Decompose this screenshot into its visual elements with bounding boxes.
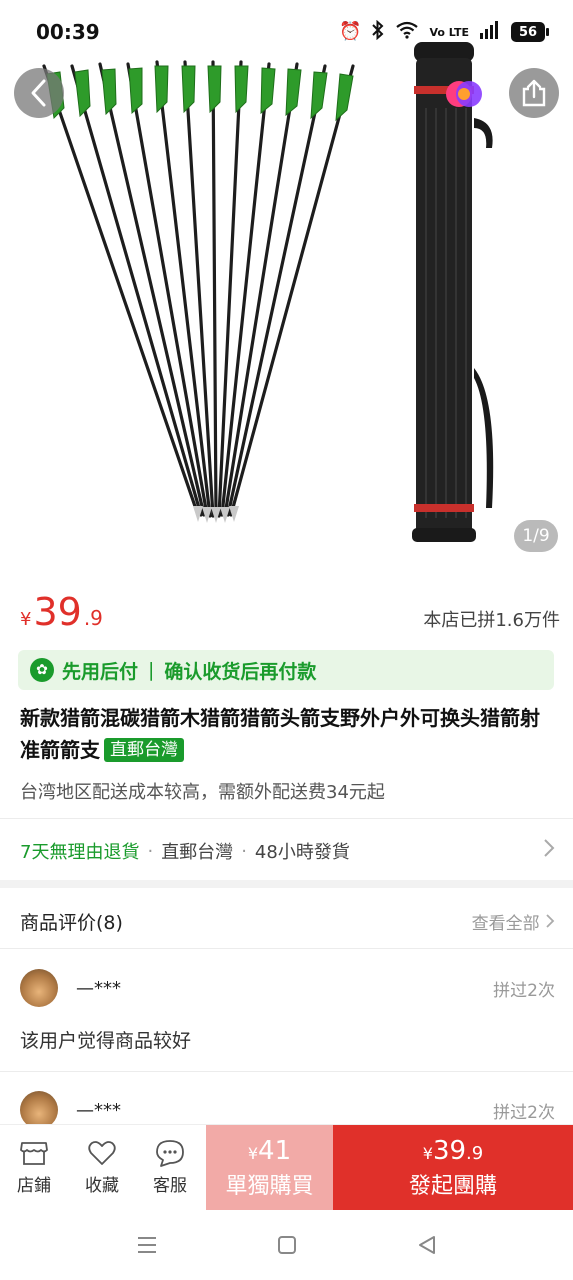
favorite-label: 收藏 <box>85 1176 119 1196</box>
alarm-icon: ⏰ <box>339 21 362 42</box>
pay-later-separator: | <box>148 659 155 681</box>
price-currency: ¥ <box>20 609 32 630</box>
service-dot: · <box>147 840 154 862</box>
wifi-icon <box>395 21 419 43</box>
group-price-integer: 39 <box>432 1135 467 1166</box>
action-bar: 店鋪 收藏 客服 ¥ 41 單獨購買 ¥ 39 .9 發起團購 <box>0 1124 573 1210</box>
group-price: ¥ 39 .9 <box>423 1136 483 1166</box>
divider <box>0 948 573 949</box>
pay-later-label: 先用后付 <box>62 660 139 683</box>
volte-label: Vo LTE <box>429 25 469 39</box>
solo-price: ¥ 41 <box>248 1136 291 1166</box>
price-integer: 39 <box>33 590 82 634</box>
divider <box>0 818 573 819</box>
price-row: ¥ 39 .9 本店已拼1.6万件 <box>20 590 560 640</box>
sold-count: 本店已拼1.6万件 <box>423 610 560 631</box>
service-ship-time: 48小時發貨 <box>254 842 350 863</box>
start-group-buy-button[interactable]: ¥ 39 .9 發起團購 <box>333 1125 573 1210</box>
divider <box>0 1071 573 1072</box>
group-label: 發起團購 <box>408 1173 497 1199</box>
review-group-count: 拼过2次 <box>493 980 555 1001</box>
section-gap <box>0 880 573 888</box>
service-label: 客服 <box>153 1176 187 1196</box>
pay-later-desc: 确认收货后再付款 <box>164 660 317 683</box>
reviews-title: 商品评价(8) <box>20 911 123 934</box>
favorite-button[interactable]: 收藏 <box>68 1125 136 1210</box>
back-triangle-icon[interactable] <box>416 1234 438 1256</box>
store-button[interactable]: 店鋪 <box>0 1125 68 1210</box>
reviews-header: 商品评价(8) 查看全部 <box>20 906 555 936</box>
status-icons: ⏰ Vo LTE 56 <box>339 19 549 44</box>
pay-later-banner[interactable]: ✿ 先用后付 | 确认收货后再付款 <box>18 650 554 690</box>
group-currency: ¥ <box>422 1143 433 1163</box>
review-group-count: 拼过2次 <box>493 1102 555 1123</box>
chat-bubble-icon <box>156 1140 184 1167</box>
chevron-left-icon <box>31 79 46 107</box>
avatar <box>20 969 58 1007</box>
share-button[interactable] <box>509 68 559 118</box>
back-button[interactable] <box>14 68 64 118</box>
bluetooth-icon <box>371 19 385 44</box>
product-gallery[interactable]: 00:39 ⏰ Vo LTE 56 1/9 <box>0 0 573 568</box>
app-logo-icon[interactable] <box>444 74 484 114</box>
battery-icon: 56 <box>511 22 549 42</box>
solo-price-value: 41 <box>258 1135 292 1166</box>
status-time: 00:39 <box>36 20 100 44</box>
see-all-label: 查看全部 <box>471 913 540 934</box>
solo-label: 單獨購買 <box>225 1173 314 1199</box>
chevron-right-icon <box>543 838 555 864</box>
chevron-right-icon <box>546 913 555 928</box>
direct-mail-tag: 直郵台灣 <box>104 738 184 762</box>
buy-alone-button[interactable]: ¥ 41 單獨購買 <box>206 1125 333 1210</box>
review-username: —*** <box>76 977 121 999</box>
service-guarantees[interactable]: 7天無理由退貨 · 直郵台灣 · 48小時發貨 <box>20 836 555 866</box>
shipping-note: 台湾地区配送成本较高，需额外配送费34元起 <box>20 782 385 803</box>
service-dot: · <box>241 840 247 862</box>
customer-service-button[interactable]: 客服 <box>136 1125 204 1210</box>
review-item[interactable]: —*** 拼过2次 该用户觉得商品较好 <box>20 968 555 1053</box>
price-decimal: .9 <box>83 606 103 630</box>
image-counter: 1/9 <box>514 520 558 552</box>
pay-later-icon: ✿ <box>30 658 54 682</box>
product-title: 新款猎箭混碳猎箭木猎箭猎箭头箭支野外户外可换头猎箭射准箭箭支 直郵台灣 <box>20 702 555 766</box>
service-return: 7天無理由退貨 <box>20 842 140 863</box>
status-bar: 00:39 ⏰ Vo LTE 56 <box>0 0 573 64</box>
review-text: 该用户觉得商品较好 <box>20 1030 192 1052</box>
solo-currency: ¥ <box>247 1143 259 1163</box>
review-username: —*** <box>76 1099 121 1121</box>
signal-icon <box>479 21 501 43</box>
price: ¥ 39 .9 <box>20 590 103 634</box>
service-direct: 直郵台灣 <box>161 842 234 863</box>
product-title-text: 新款猎箭混碳猎箭木猎箭猎箭头箭支野外户外可换头猎箭射准箭箭支 <box>20 706 540 762</box>
store-label: 店鋪 <box>17 1176 51 1196</box>
share-icon <box>522 79 546 107</box>
group-price-decimal: .9 <box>466 1142 484 1164</box>
menu-icon[interactable] <box>136 1235 158 1255</box>
home-icon[interactable] <box>276 1234 298 1256</box>
system-nav-bar <box>0 1210 573 1280</box>
heart-icon <box>88 1141 116 1165</box>
store-icon <box>20 1142 48 1165</box>
see-all-reviews-link[interactable]: 查看全部 <box>472 909 555 934</box>
quiver-product-image <box>412 42 494 542</box>
arrows-product-image <box>42 60 355 523</box>
